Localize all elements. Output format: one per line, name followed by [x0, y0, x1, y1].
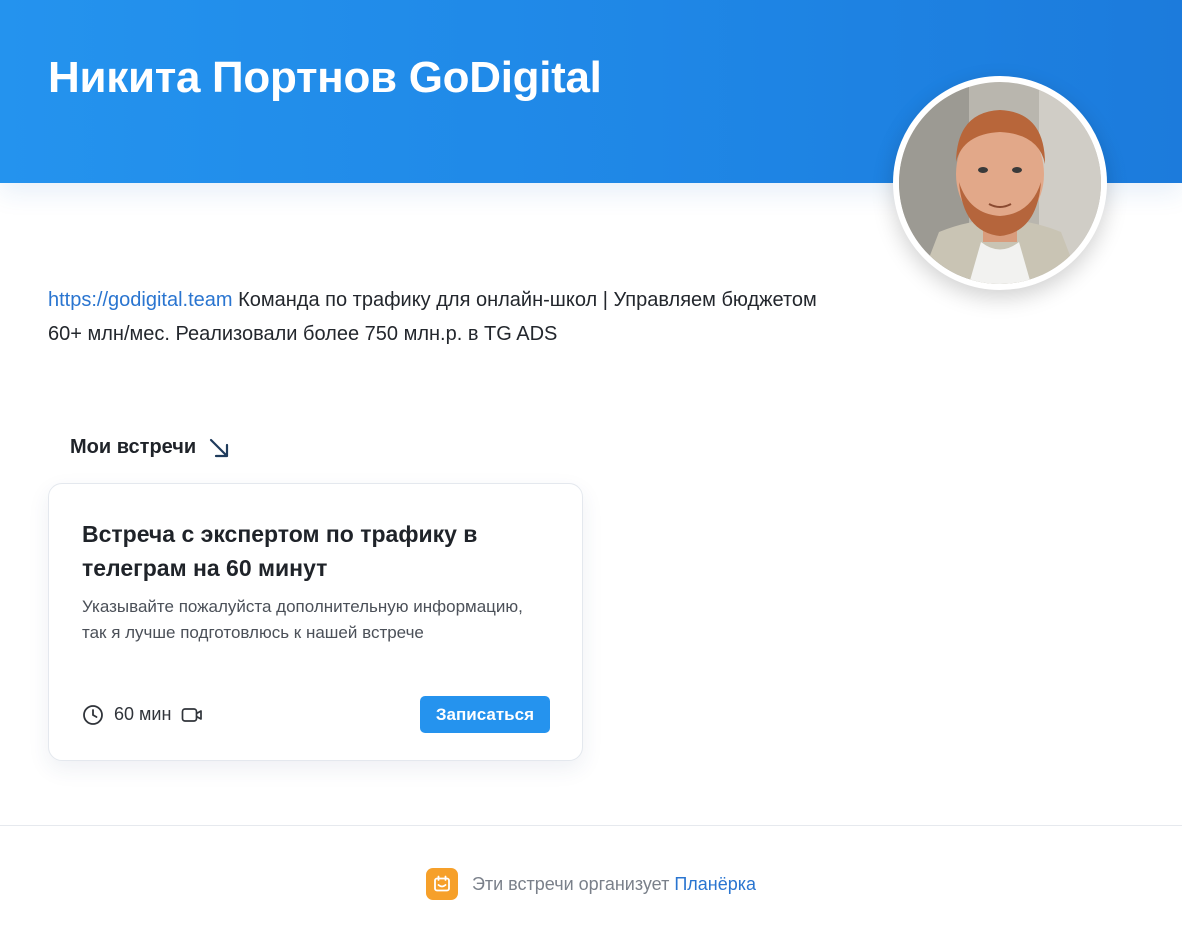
meeting-footer: 60 мин Записаться — [82, 696, 550, 733]
page-title: Никита Портнов GoDigital — [48, 53, 602, 102]
meeting-duration: 60 мин — [114, 704, 172, 724]
meetings-heading-label: Мои встречи — [70, 436, 197, 458]
website-link[interactable]: https://godigital.team — [48, 289, 233, 311]
book-meeting-button[interactable]: Записаться — [419, 696, 550, 733]
meetings-heading: Мои встречи — [70, 436, 230, 459]
planerka-link[interactable]: Планёрка — [674, 874, 756, 894]
arrow-down-right-icon — [210, 438, 229, 457]
footer: Эти встречи организует Планёрка — [0, 868, 1182, 900]
page: Никита Портнов GoDigital https://godigit… — [0, 0, 1182, 926]
meeting-description: Указывайте пожалуйста дополнительную инф… — [82, 597, 523, 642]
avatar-photo — [899, 82, 1101, 284]
meeting-title: Встреча с экспертом по трафику в телегра… — [82, 521, 478, 581]
footer-text: Эти встречи организует Планёрка — [471, 873, 757, 894]
meeting-meta: 60 мин — [82, 704, 203, 726]
footer-divider — [0, 825, 1182, 826]
clock-icon — [83, 704, 103, 725]
video-camera-icon — [182, 707, 203, 722]
profile-description: https://godigital.team Команда по трафик… — [48, 283, 848, 351]
calendar-icon — [425, 868, 458, 900]
avatar — [893, 76, 1107, 290]
meeting-card: Встреча с экспертом по трафику в телегра… — [48, 483, 583, 761]
